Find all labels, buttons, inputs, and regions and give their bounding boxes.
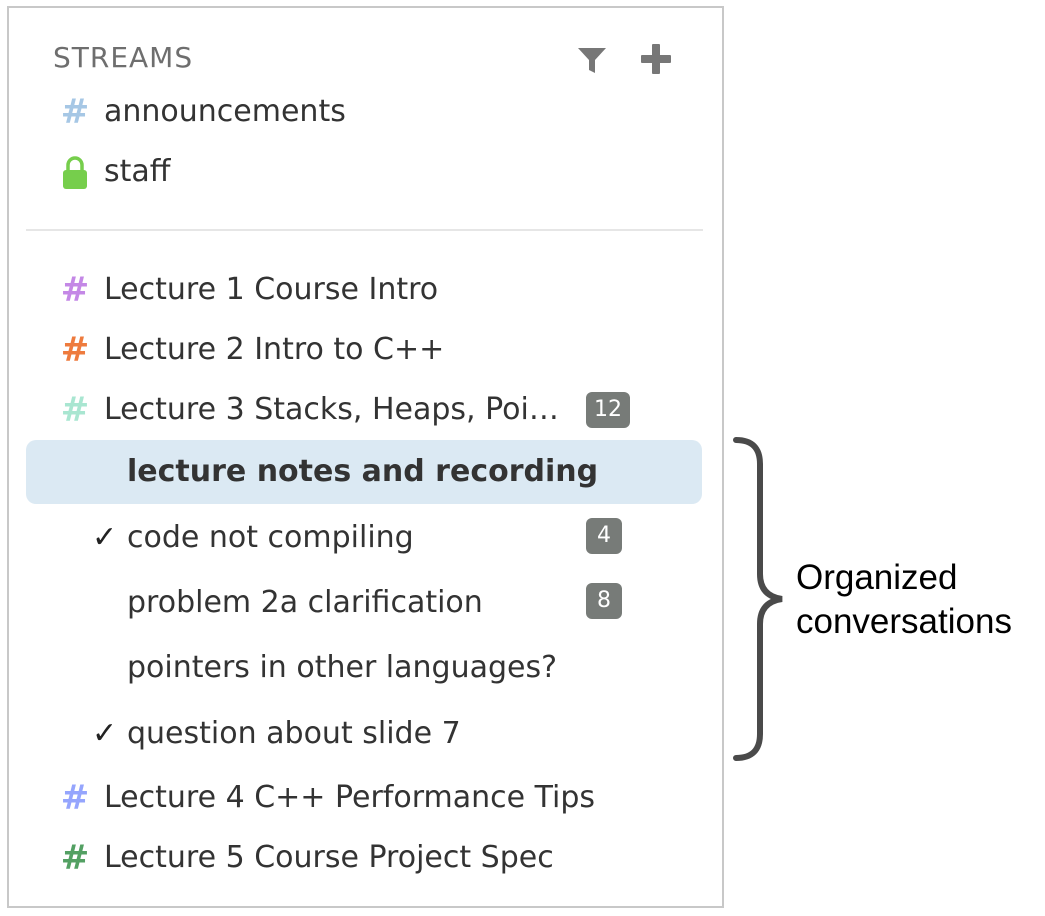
topic-name: question about slide 7 [127,716,461,751]
stream-row-lecture-2[interactable]: # Lecture 2 Intro to C++ [26,322,702,382]
hash-icon: # [60,92,90,132]
unread-count-badge: 12 [586,392,630,428]
stream-name: Lecture 3 Stacks, Heaps, Poi… [104,392,559,427]
topic-pointers[interactable]: pointers in other languages? [26,636,702,700]
topic-code-not-compiling[interactable]: ✓ code not compiling 4 [26,506,702,570]
stream-name: Lecture 2 Intro to C++ [104,332,445,367]
stream-name: staff [104,154,171,189]
stream-row-lecture-5[interactable]: # Lecture 5 Course Project Spec [26,830,702,890]
annotation-text: Organized conversations [796,556,1012,644]
filter-icon[interactable] [577,46,607,76]
hash-icon: # [60,270,90,310]
stream-row-lecture-1[interactable]: # Lecture 1 Course Intro [26,262,702,322]
hash-icon: # [60,330,90,370]
hash-icon: # [60,390,90,430]
stream-row-announcements[interactable]: # announcements [26,84,702,144]
streams-sidebar: STREAMS # announcements staff # Lecture … [7,6,724,908]
streams-header: STREAMS [53,38,683,86]
curly-brace-annotation [733,437,783,761]
check-icon: ✓ [92,716,118,751]
stream-row-lecture-3[interactable]: # Lecture 3 Stacks, Heaps, Poi… 12 [26,382,702,442]
annotation-line-2: conversations [796,602,1012,641]
plus-icon[interactable] [639,42,673,76]
lock-icon [63,156,87,189]
unread-count-badge: 4 [586,518,622,554]
topic-name: lecture notes and recording [127,454,599,489]
stream-name: Lecture 4 C++ Performance Tips [104,780,596,815]
topic-question-slide-7[interactable]: ✓ question about slide 7 [26,702,702,766]
check-icon: ✓ [92,520,118,555]
streams-title: STREAMS [53,41,194,74]
topic-name: pointers in other languages? [127,650,558,685]
topic-lecture-notes[interactable]: lecture notes and recording [26,440,702,504]
stream-row-lecture-4[interactable]: # Lecture 4 C++ Performance Tips [26,770,702,830]
stream-name: Lecture 5 Course Project Spec [104,840,554,875]
topic-name: problem 2a clarification [127,585,483,620]
stream-row-staff[interactable]: staff [26,144,702,204]
stream-name: Lecture 1 Course Intro [104,272,439,307]
unread-count-badge: 8 [586,583,622,619]
stream-name: announcements [104,94,346,129]
topic-name: code not compiling [127,520,414,555]
annotation-line-1: Organized [796,558,958,597]
section-divider [26,229,703,231]
hash-icon: # [60,778,90,818]
topic-problem-2a[interactable]: problem 2a clarification 8 [26,571,702,635]
hash-icon: # [60,838,90,878]
